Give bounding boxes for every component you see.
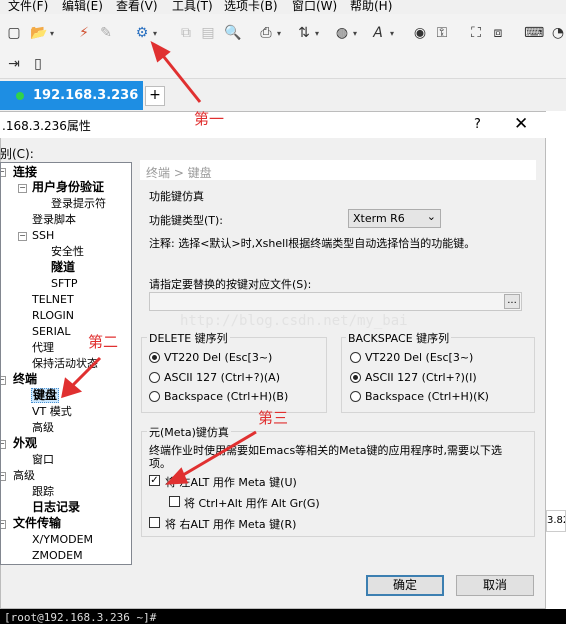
annotation-third: 第三 [258,409,289,427]
annotation-arrowhead-third [165,467,189,485]
annotation-arrows [61,40,257,485]
annotation-first: 第一 [194,110,225,128]
annotation-arrow-first [158,51,202,103]
annotation-arrow-third [177,430,257,480]
annotation-second: 第二 [88,333,119,351]
annotation-arrow-second [68,356,102,390]
